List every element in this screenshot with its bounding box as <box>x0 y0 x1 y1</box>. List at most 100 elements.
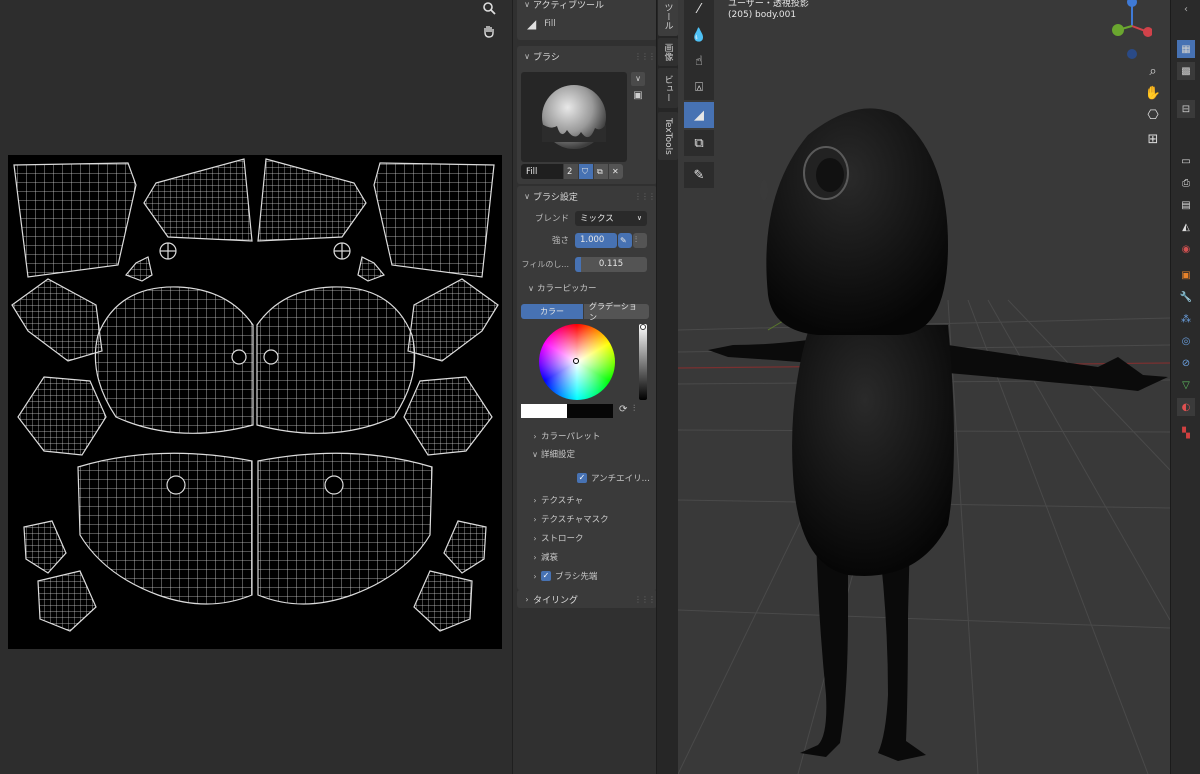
texture-header[interactable]: › テクスチャ <box>529 492 583 508</box>
blend-dropdown[interactable]: ミックス ∨ <box>575 210 647 226</box>
brush-header[interactable]: ∨ ブラシ ⋮⋮⋮ <box>521 46 659 66</box>
chevron-right-icon: › <box>525 594 529 604</box>
checker-icon[interactable]: ▦ <box>1177 40 1195 58</box>
output-icon[interactable]: ⎙ <box>1177 174 1195 192</box>
uv-grid-icon[interactable]: ▩ <box>1177 62 1195 80</box>
fill-tool-icon[interactable]: ◢ <box>684 102 714 128</box>
grip-icon[interactable]: ⋮⋮⋮ <box>634 52 656 61</box>
active-tool-header[interactable]: ∨ アクティブツール <box>521 0 659 14</box>
tab-gradient[interactable]: グラデーション <box>584 302 649 322</box>
swap-colors-icon[interactable]: ⟳ <box>619 404 627 415</box>
color-palette-header[interactable]: › カラーパレット <box>529 428 600 444</box>
antialias-row[interactable]: ✓ アンチエイリ... <box>577 470 650 486</box>
navigation-gizmo[interactable] <box>1102 0 1152 60</box>
stroke-header[interactable]: › ストローク <box>529 530 583 546</box>
particles-icon[interactable]: ⁂ <box>1177 310 1195 328</box>
soften-tool-icon[interactable]: 💧 <box>684 22 714 48</box>
color-wheel[interactable] <box>539 324 615 400</box>
camera-icon[interactable]: ⎔ <box>1142 104 1164 126</box>
render-icon[interactable]: ▭ <box>1177 152 1195 170</box>
fill-threshold-slider[interactable]: 0.115 <box>575 256 647 272</box>
cursor-header[interactable]: › ✓ ブラシ先端 <box>529 568 597 584</box>
modifier-icon[interactable]: 🔧 <box>1177 288 1195 306</box>
physics-icon[interactable]: ◎ <box>1177 332 1195 350</box>
color-picker-header[interactable]: ∨ カラーピッカー <box>525 280 596 296</box>
brush-settings-header[interactable]: ∨ ブラシ設定 ⋮⋮⋮ <box>521 186 659 206</box>
chevron-right-icon: › <box>533 431 537 441</box>
smear-tool-icon[interactable]: ☝ <box>684 48 714 74</box>
brush-preview[interactable] <box>521 72 627 162</box>
zoom-icon[interactable]: ⌕ <box>1142 60 1164 82</box>
brush-name-field[interactable]: Fill <box>521 164 563 179</box>
constraints-icon[interactable]: ⊘ <box>1177 354 1195 372</box>
scene-icon[interactable]: ◭ <box>1177 218 1195 236</box>
value-slider[interactable] <box>639 324 647 400</box>
texture-icon[interactable]: ▚ <box>1177 424 1195 442</box>
grid-view-icon[interactable]: ⊞ <box>1142 128 1164 150</box>
tab-view[interactable]: ビュー <box>658 68 678 108</box>
active-tool-panel: ∨ アクティブツール ◢ Fill <box>517 0 657 40</box>
fake-user-shield-icon[interactable]: ⛉ <box>579 164 593 179</box>
chevron-down-icon: ∨ <box>524 51 530 61</box>
chevron-down-icon: ∨ <box>532 449 538 459</box>
tab-color[interactable]: カラー <box>521 304 583 319</box>
uv-wireframe <box>11 158 499 632</box>
uv-layout-canvas[interactable] <box>8 155 502 649</box>
tab-tool[interactable]: ツール <box>658 0 678 36</box>
tab-image[interactable]: 画像 <box>658 38 678 66</box>
unlink-close-icon[interactable]: ✕ <box>609 164 623 179</box>
grip-icon[interactable]: ⋮⋮⋮ <box>634 595 656 604</box>
object-icon[interactable]: ▣ <box>1177 266 1195 284</box>
pen-pressure-icon[interactable]: ✎ <box>618 232 632 248</box>
properties-tabs: ‹ ▦ ▩ ⊟ ▭ ⎙ ▤ ◭ ◉ ▣ 🔧 ⁂ ◎ ⊘ ▽ ◐ ▚ <box>1170 0 1200 774</box>
viewport-object-name: (205) body.001 <box>728 10 797 20</box>
toggle-icon[interactable]: ⊟ <box>1177 100 1195 118</box>
view-layer-icon[interactable]: ▤ <box>1177 196 1195 214</box>
texture-mask-header[interactable]: › テクスチャマスク <box>529 511 608 527</box>
brush-name-row: Fill 2 ⛉ ⧉ ✕ <box>521 164 627 179</box>
zoom-icon[interactable] <box>478 0 500 19</box>
tiling-header[interactable]: › タイリング ⋮⋮⋮ <box>521 589 659 609</box>
brush-sphere-icon <box>542 85 606 149</box>
material-icon[interactable]: ◐ <box>1177 398 1195 416</box>
fill-tool-icon: ◢ <box>527 17 537 31</box>
strength-field[interactable]: 1.000 <box>575 232 617 248</box>
hand-icon[interactable]: ✋ <box>1142 82 1164 104</box>
sidebar-tabs: ツール 画像 ビュー TexTools <box>656 0 678 774</box>
3d-viewport[interactable]: ユーザー・透視投影 (205) body.001 ⁄ 💧 ☝ ⍓ ◢ ⧉ ✎ ⌕ <box>678 0 1170 774</box>
brush-settings-icon[interactable]: ⫶ <box>633 232 647 248</box>
viewport-view-name: ユーザー・透視投影 <box>728 0 809 9</box>
image-editor[interactable] <box>0 0 512 774</box>
chevron-right-icon: › <box>533 571 537 581</box>
brush-settings-icon[interactable]: ⫶ <box>633 404 635 414</box>
brush-dropdown-button[interactable]: ∨ <box>631 72 645 86</box>
advanced-header[interactable]: ∨ 詳細設定 <box>529 446 575 462</box>
clone-tool-icon[interactable]: ⍓ <box>684 74 714 100</box>
blend-row: ブレンド ミックス ∨ <box>517 210 655 226</box>
image-icon[interactable]: ▣ <box>631 90 645 104</box>
value-slider-handle[interactable] <box>640 324 646 330</box>
tab-textools[interactable]: TexTools <box>658 112 678 160</box>
antialias-checkbox[interactable]: ✓ <box>577 473 587 483</box>
fill-threshold-label: フィルのし... <box>521 259 569 269</box>
primary-color-swatch[interactable] <box>521 404 567 418</box>
color-wheel-cursor[interactable] <box>573 358 579 364</box>
hand-icon[interactable] <box>478 20 500 42</box>
strength-label: 強さ <box>551 236 569 246</box>
brush-users-count[interactable]: 2 <box>564 164 578 179</box>
cursor-checkbox[interactable]: ✓ <box>541 571 551 581</box>
chevron-down-icon: ∨ <box>528 283 534 293</box>
duplicate-icon[interactable]: ⧉ <box>594 164 608 179</box>
falloff-header[interactable]: › 減衰 <box>529 549 558 565</box>
data-icon[interactable]: ▽ <box>1177 376 1195 394</box>
annotate-tool-icon[interactable]: ✎ <box>684 162 714 188</box>
grip-icon[interactable]: ⋮⋮⋮ <box>634 192 656 201</box>
brush-panel: ∨ ブラシ ⋮⋮⋮ ∨ ▣ Fill 2 ⛉ ⧉ ✕ <box>517 46 657 184</box>
mask-tool-icon[interactable]: ⧉ <box>684 130 714 156</box>
world-icon[interactable]: ◉ <box>1177 240 1195 258</box>
draw-tool-icon[interactable]: ⁄ <box>684 0 714 22</box>
secondary-color-swatch[interactable] <box>567 404 613 418</box>
antialias-label: アンチエイリ... <box>591 474 650 484</box>
chevron-left-icon[interactable]: ‹ <box>1177 0 1195 18</box>
active-tool-row[interactable]: ◢ Fill <box>527 16 556 32</box>
